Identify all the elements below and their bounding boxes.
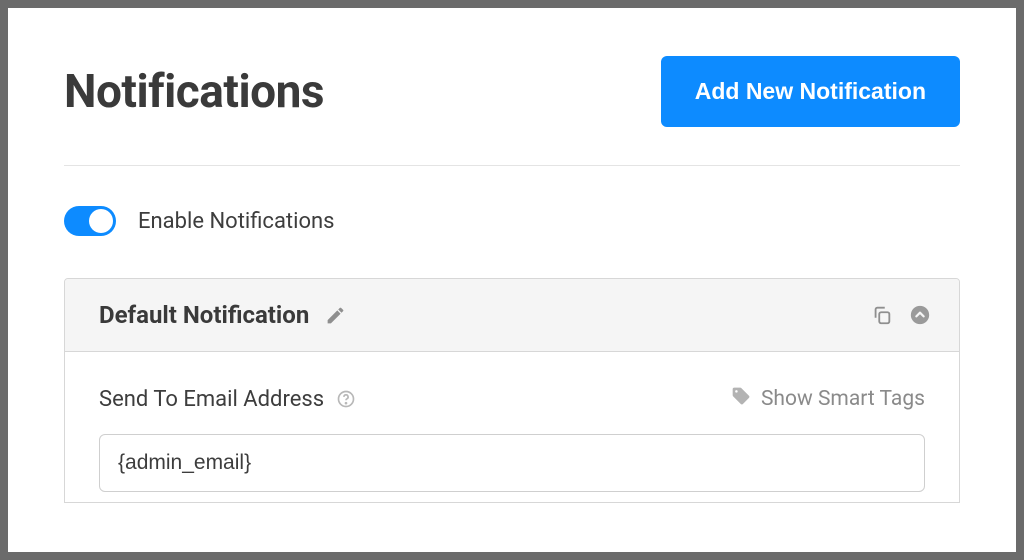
- send-to-label: Send To Email Address: [99, 387, 324, 412]
- collapse-icon[interactable]: [909, 304, 931, 326]
- add-notification-button[interactable]: Add New Notification: [661, 56, 960, 127]
- enable-notifications-toggle[interactable]: [64, 206, 116, 236]
- enable-notifications-row: Enable Notifications: [64, 206, 960, 236]
- tag-icon: [731, 386, 751, 412]
- help-icon[interactable]: [336, 389, 356, 409]
- send-to-email-input[interactable]: [99, 434, 925, 492]
- notification-card: Default Notification Send To Email Addre…: [64, 278, 960, 503]
- card-header-left: Default Notification: [99, 301, 346, 329]
- header-row: Notifications Add New Notification: [64, 56, 960, 127]
- show-smart-tags-link[interactable]: Show Smart Tags: [731, 386, 925, 412]
- notification-title: Default Notification: [99, 301, 309, 329]
- show-smart-tags-label: Show Smart Tags: [761, 387, 925, 411]
- notifications-panel: Notifications Add New Notification Enabl…: [8, 8, 1016, 552]
- enable-notifications-label: Enable Notifications: [138, 209, 335, 234]
- notification-card-body: Send To Email Address Show Smart Tags: [65, 352, 959, 502]
- card-header-right: [871, 304, 931, 326]
- divider: [64, 165, 960, 166]
- page-title: Notifications: [64, 65, 324, 119]
- field-label-wrap: Send To Email Address: [99, 387, 356, 412]
- notification-card-header: Default Notification: [65, 279, 959, 352]
- field-header: Send To Email Address Show Smart Tags: [99, 386, 925, 412]
- toggle-knob: [89, 209, 113, 233]
- copy-icon[interactable]: [871, 304, 893, 326]
- edit-icon[interactable]: [325, 305, 346, 326]
